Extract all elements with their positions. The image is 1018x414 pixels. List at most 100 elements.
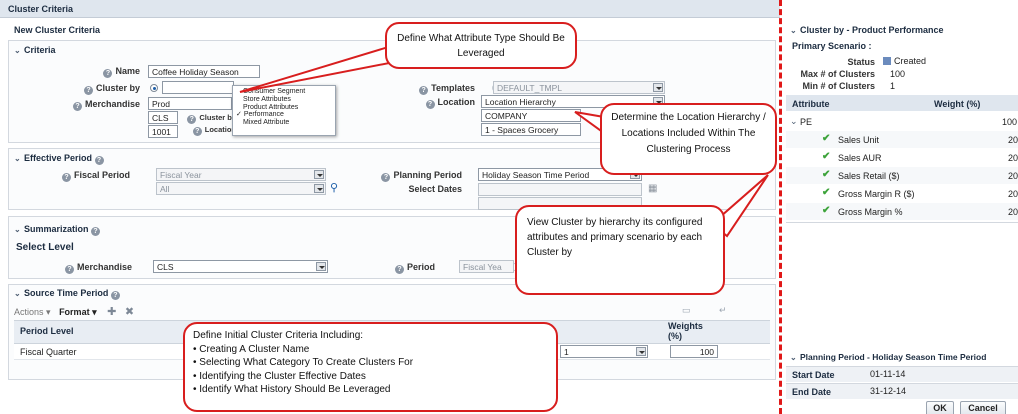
dashed-divider xyxy=(779,0,783,414)
help-icon: ? xyxy=(61,173,71,182)
attribute-row[interactable]: ✔ Gross Margin % 20 xyxy=(786,203,1018,220)
menu-item-performance[interactable]: ✓ Performance xyxy=(236,111,331,119)
criteria-callout-title: Define Initial Cluster Criteria Includin… xyxy=(193,330,364,341)
summ-period-select[interactable]: Fiscal Yea xyxy=(459,260,514,273)
criteria-header[interactable]: ⌄ Criteria xyxy=(14,45,56,55)
end-date-value: 31-12-14 xyxy=(870,386,907,396)
format-menu[interactable]: Format ▾ xyxy=(59,307,97,317)
row-period-level: Fiscal Quarter xyxy=(20,347,77,357)
cancel-button[interactable]: Cancel xyxy=(960,401,1006,414)
wrap-icon[interactable]: ↵ xyxy=(719,305,727,316)
delete-row-icon[interactable]: ✖ xyxy=(125,306,134,318)
chevron-down-icon xyxy=(653,83,663,92)
fiscal-period-select-2[interactable]: All xyxy=(156,182,326,195)
location-level-2[interactable]: COMPANY xyxy=(481,109,581,122)
help-icon: ? xyxy=(419,86,429,95)
attribute-type-callout: Define What Attribute Type Should Be Lev… xyxy=(385,22,577,69)
planning-period-header[interactable]: ⌄ Planning Period - Holiday Season Time P… xyxy=(790,352,986,362)
merchandise-level-3[interactable]: 1001 xyxy=(148,125,178,138)
help-icon: ? xyxy=(103,69,113,78)
criteria-callout-item: • Identifying the Cluster Effective Date… xyxy=(193,370,366,382)
location-level-3[interactable]: 1 - Spaces Grocery xyxy=(481,123,581,136)
actions-menu[interactable]: Actions ▾ xyxy=(14,307,51,317)
chevron-down-icon: ⌄ xyxy=(14,154,21,163)
page-subtitle: New Cluster Criteria xyxy=(14,25,101,35)
min-clusters-label: Min # of Clusters xyxy=(802,81,875,91)
chevron-down-icon: ⌄ xyxy=(790,353,797,362)
row-weight-field[interactable]: 100 xyxy=(670,345,718,358)
search-icon[interactable]: ⚲ xyxy=(330,181,338,194)
max-clusters-label: Max # of Clusters xyxy=(800,69,875,79)
help-icon: ? xyxy=(192,127,202,136)
min-clusters-value: 1 xyxy=(890,81,896,91)
status-square-icon xyxy=(883,57,891,65)
right-panel-header[interactable]: ⌄ Cluster by - Product Performance xyxy=(790,25,944,35)
summarization-header[interactable]: ⌄ Summarization ? xyxy=(14,224,103,236)
summ-merchandise-label: ? Merchandise xyxy=(45,262,132,274)
menu-item-product-attributes[interactable]: Product Attributes xyxy=(237,104,331,112)
help-icon: ? xyxy=(83,86,93,95)
chevron-down-icon: ⌄ xyxy=(790,26,797,35)
calendar-icon[interactable]: ▦ xyxy=(648,183,657,194)
start-date-field[interactable] xyxy=(478,183,642,196)
merchandise-select[interactable]: Prod xyxy=(148,97,232,110)
fiscal-period-select[interactable]: Fiscal Year xyxy=(156,168,326,181)
templates-select[interactable]: DEFAULT_TMPL xyxy=(493,81,665,94)
row-mid-select[interactable]: 1 xyxy=(560,345,648,358)
help-icon: ? xyxy=(394,265,404,274)
templates-label: ? Templates xyxy=(395,83,475,95)
attribute-row[interactable]: ✔ Gross Margin R ($) 20 xyxy=(786,185,1018,202)
cluster-criteria-screen: Cluster Criteria New Cluster Criteria ⌄ C… xyxy=(0,0,1018,414)
planning-period-label: ? Planning Period xyxy=(370,170,462,182)
chevron-down-icon xyxy=(316,262,326,271)
cluster-by-radio[interactable] xyxy=(150,84,158,92)
criteria-callout-item: • Creating A Cluster Name xyxy=(193,343,310,355)
col-period-level: Period Level xyxy=(20,326,74,336)
col-attribute: Attribute xyxy=(792,99,830,109)
status-value: Created xyxy=(883,56,926,66)
merchandise-level-2[interactable]: CLS xyxy=(148,111,178,124)
start-date-value: 01-11-14 xyxy=(870,369,906,379)
menu-item-consumer-segment[interactable]: Consumer Segment xyxy=(237,88,331,96)
criteria-callout-item: • Selecting What Category To Create Clus… xyxy=(193,357,414,368)
start-date-label: Start Date xyxy=(792,370,835,380)
help-icon: ? xyxy=(110,291,120,300)
select-level-heading: Select Level xyxy=(16,242,74,253)
summ-merchandise-select[interactable]: CLS xyxy=(153,260,328,273)
page-title: Cluster Criteria xyxy=(0,0,780,18)
attribute-row[interactable]: ✔ Sales AUR 20 xyxy=(786,149,1018,166)
col-weights: Weights (%) xyxy=(668,321,703,341)
help-icon: ? xyxy=(381,173,391,182)
summ-period-label: ? Period xyxy=(385,262,435,274)
name-label: ? Name xyxy=(70,66,140,78)
cluster-by-select[interactable] xyxy=(162,81,234,94)
grid-bottom-rule xyxy=(786,222,1018,223)
ok-button[interactable]: OK xyxy=(926,401,954,414)
toolbar: Actions ▾ Format ▾ ✚ ✖ ▭ ↵ xyxy=(14,305,770,319)
source-time-period-header[interactable]: ⌄ Source Time Period ? xyxy=(14,288,123,300)
name-field[interactable]: Coffee Holiday Season xyxy=(148,65,260,78)
fiscal-period-label: ? Fiscal Period xyxy=(45,170,130,182)
menu-item-mixed-attribute[interactable]: Mixed Attribute xyxy=(237,119,331,127)
criteria-callout: Define Initial Cluster Criteria Includin… xyxy=(183,322,558,412)
effective-period-header[interactable]: ⌄ Effective Period ? xyxy=(14,153,107,165)
menu-item-store-attributes[interactable]: Store Attributes xyxy=(237,96,331,104)
chevron-down-icon xyxy=(314,170,324,179)
check-icon: ✔ xyxy=(822,151,831,162)
check-icon: ✔ xyxy=(822,205,831,216)
chevron-down-icon: ⌄ xyxy=(14,46,21,55)
attribute-row-pe[interactable]: ⌄ PE 100 xyxy=(786,113,1018,130)
add-row-icon[interactable]: ✚ xyxy=(107,306,116,318)
chevron-down-icon xyxy=(314,184,324,193)
help-icon: ? xyxy=(187,115,197,124)
col-weight: Weight (%) xyxy=(934,99,981,109)
detach-icon[interactable]: ▭ xyxy=(682,305,691,316)
criteria-callout-item: • Identify What History Should Be Levera… xyxy=(193,384,391,395)
help-icon: ? xyxy=(425,100,435,109)
inner-location-label: ? Location xyxy=(180,125,236,136)
cluster-view-callout: View Cluster by hierarchy its configured… xyxy=(515,205,725,295)
attribute-row[interactable]: ✔ Sales Unit 20 xyxy=(786,131,1018,148)
attribute-row[interactable]: ✔ Sales Retail ($) 20 xyxy=(786,167,1018,184)
status-label: Status xyxy=(847,57,875,67)
help-icon: ? xyxy=(64,265,74,274)
